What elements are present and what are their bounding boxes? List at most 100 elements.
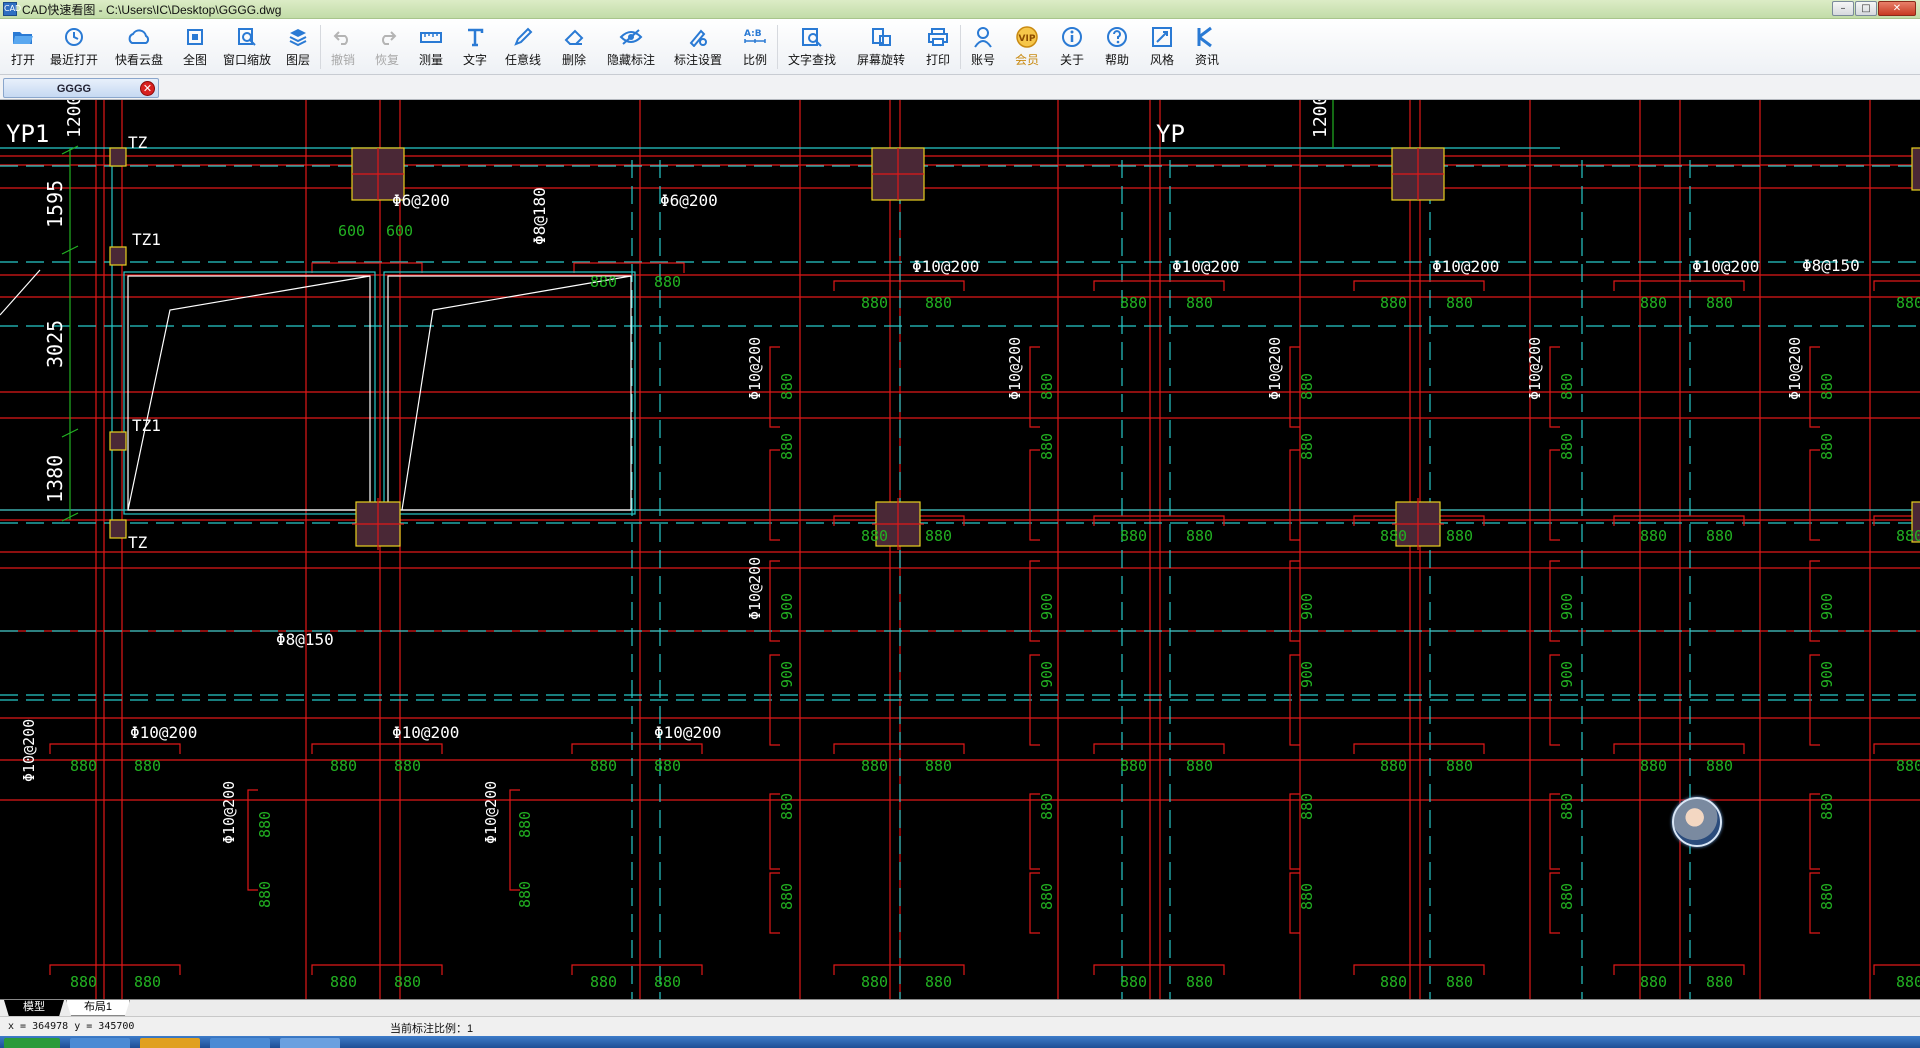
toolbar-text-button[interactable]: 文字 xyxy=(453,19,497,75)
tab-model[interactable]: 模型 xyxy=(4,1000,64,1016)
rebar-bracket-vertical xyxy=(1029,449,1040,541)
document-tab[interactable]: GGGG ✕ xyxy=(3,78,159,98)
taskbar-button[interactable] xyxy=(140,1038,200,1048)
start-button[interactable] xyxy=(4,1038,60,1048)
tab-layout1[interactable]: 布局1 xyxy=(66,1000,130,1016)
opening-outlines xyxy=(0,269,632,511)
dim-900: 900 xyxy=(1818,661,1836,688)
cursor-coordinates: x = 364978 y = 345700 xyxy=(8,1021,135,1032)
toolbar-delete-button[interactable]: 删除 xyxy=(549,19,599,75)
main-toolbar: 打开 最近打开 快看云盘 全图 窗口缩放 图层 撤销 恢复 测量 文字 任意线 … xyxy=(0,19,1920,75)
dim-880: 880 xyxy=(1640,294,1667,312)
toolbar-label: 图层 xyxy=(285,53,310,67)
toolbar-vip-button[interactable]: VIP 会员 xyxy=(1005,19,1049,75)
label-tz-bottom: TZ xyxy=(128,533,148,552)
toolbar-annotation-settings-button[interactable]: 标注设置 xyxy=(663,19,733,75)
toolbar-rotate-screen-button[interactable]: 屏幕旋转 xyxy=(846,19,916,75)
toolbar-scale-button[interactable]: A:B 比例 xyxy=(733,19,777,75)
dim-880: 880 xyxy=(925,294,952,312)
title-bar: CAD CAD快速看图 - C:\Users\IC\Desktop\GGGG.d… xyxy=(0,0,1920,19)
label-tz1-b: TZ1 xyxy=(132,416,161,435)
dim-880: 880 xyxy=(861,294,888,312)
rebar-bracket-vertical xyxy=(1809,449,1820,541)
rebar-label: Φ10@200 xyxy=(912,257,979,276)
rebar-bracket-vertical xyxy=(769,449,780,541)
toolbar-account-button[interactable]: 账号 xyxy=(961,19,1005,75)
dim-880: 880 xyxy=(394,757,421,775)
rebar-bracket-vertical xyxy=(1289,449,1300,541)
rebar-label: Φ6@200 xyxy=(392,191,450,210)
toolbar-hide-annotation-button[interactable]: 隐藏标注 xyxy=(599,19,663,75)
toolbar-news-button[interactable]: 资讯 xyxy=(1185,19,1229,75)
toolbar-redo-button[interactable]: 恢复 xyxy=(365,19,409,75)
toolbar-label: 比例 xyxy=(742,53,767,67)
rebar-bracket-horizontal xyxy=(833,280,965,291)
rebar-label: Φ10@200 xyxy=(1526,337,1544,400)
eraser-icon xyxy=(563,26,585,48)
toolbar-help-button[interactable]: 帮助 xyxy=(1095,19,1139,75)
label-yp: YP xyxy=(1156,120,1185,148)
pen-icon xyxy=(513,26,533,48)
dim-880: 880 xyxy=(1446,757,1473,775)
close-window-button[interactable]: ✕ xyxy=(1878,1,1916,16)
toolbar-style-button[interactable]: 风格 xyxy=(1139,19,1185,75)
dim-880: 880 xyxy=(925,973,952,991)
toolbar-measure-button[interactable]: 测量 xyxy=(409,19,453,75)
dim-880: 880 xyxy=(1706,294,1733,312)
rebar-label: Φ10@200 xyxy=(20,719,38,782)
dim-880: 880 xyxy=(778,373,796,400)
os-taskbar xyxy=(0,1036,1920,1048)
floating-avatar[interactable] xyxy=(1672,797,1722,847)
dim-900: 900 xyxy=(1818,593,1836,620)
toolbar-label: 账号 xyxy=(970,53,995,67)
toolbar-fit-all-button[interactable]: 全图 xyxy=(172,19,218,75)
dim-880: 880 xyxy=(1818,433,1836,460)
toolbar-recent-button[interactable]: 最近打开 xyxy=(42,19,106,75)
taskbar-button[interactable] xyxy=(70,1038,130,1048)
toolbar-cloud-button[interactable]: 快看云盘 xyxy=(106,19,172,75)
toolbar-label: 标注设置 xyxy=(673,53,722,67)
zoom-window-icon xyxy=(237,26,257,48)
dim-900: 900 xyxy=(778,593,796,620)
toolbar-about-button[interactable]: 关于 xyxy=(1049,19,1095,75)
dim-880: 880 xyxy=(1038,373,1056,400)
dim-880: 880 xyxy=(1038,793,1056,820)
dim-880: 880 xyxy=(925,757,952,775)
toolbar-open-button[interactable]: 打开 xyxy=(4,19,42,75)
dim-880: 880 xyxy=(1896,294,1920,312)
close-tab-icon[interactable]: ✕ xyxy=(140,81,155,96)
taskbar-button[interactable] xyxy=(280,1038,340,1048)
drawing-canvas[interactable]: YP1 YP 1200 1200 1595 3025 1380 TZ TZ1 T… xyxy=(0,100,1920,999)
taskbar-button[interactable] xyxy=(210,1038,270,1048)
text-search-icon xyxy=(801,26,823,48)
toolbar-zoom-window-button[interactable]: 窗口缩放 xyxy=(218,19,276,75)
dim-880: 880 xyxy=(394,973,421,991)
dim-880: 880 xyxy=(1380,294,1407,312)
rebar-bracket-horizontal xyxy=(833,743,965,754)
info-icon xyxy=(1061,26,1083,48)
rebar-bracket-horizontal xyxy=(1873,743,1920,754)
vip-icon: VIP xyxy=(1014,26,1040,48)
toolbar-undo-button[interactable]: 撤销 xyxy=(321,19,365,75)
toolbar-text-search-button[interactable]: 文字查找 xyxy=(778,19,846,75)
rebar-bracket-horizontal xyxy=(49,743,181,754)
dim-900: 900 xyxy=(1558,661,1576,688)
toolbar-print-button[interactable]: 打印 xyxy=(916,19,960,75)
dim-880: 880 xyxy=(1446,294,1473,312)
minimize-button[interactable]: – xyxy=(1832,1,1854,16)
toolbar-layers-button[interactable]: 图层 xyxy=(276,19,320,75)
dim-880: 880 xyxy=(516,811,534,838)
dim-880: 880 xyxy=(1298,883,1316,910)
dim-900: 900 xyxy=(1298,661,1316,688)
toolbar-freeline-button[interactable]: 任意线 xyxy=(497,19,549,75)
rebar-label: Φ8@180 xyxy=(530,187,549,245)
dim-880: 880 xyxy=(256,811,274,838)
rebar-bracket-horizontal xyxy=(1093,280,1225,291)
generated-labels: 880 880 880 880 880 880 880 880 880 880 880 880 880 8… xyxy=(20,257,1920,991)
toolbar-label: 快看云盘 xyxy=(114,53,163,67)
maximize-button[interactable]: □ xyxy=(1855,1,1877,16)
dim-880: 880 xyxy=(1298,433,1316,460)
toolbar-label: 全图 xyxy=(182,53,207,67)
dim-1380: 1380 xyxy=(43,455,67,503)
dim-880: 880 xyxy=(1186,527,1213,545)
